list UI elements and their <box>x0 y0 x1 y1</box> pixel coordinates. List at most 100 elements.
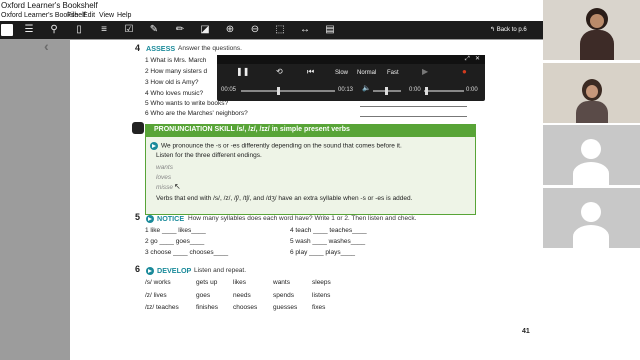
total-time: 00:13 <box>338 87 354 93</box>
pen-icon[interactable]: ✏ <box>173 23 187 37</box>
menu-bar: Oxford Learner's Bookshelf File Edit Vie… <box>0 11 543 21</box>
answer-line[interactable] <box>360 116 467 117</box>
volume-knob[interactable] <box>385 87 388 95</box>
participant-face <box>586 85 598 98</box>
develop-word: sleeps <box>312 279 331 286</box>
develop-word: listens <box>312 292 331 299</box>
audio-notes-icon[interactable] <box>132 122 144 134</box>
play-audio-icon[interactable] <box>146 267 154 276</box>
title-bar: Oxford Learner's Bookshelf <box>0 0 543 11</box>
checklist-icon[interactable]: ☑ <box>122 23 136 37</box>
develop-word: wants <box>273 279 290 286</box>
play-audio-icon[interactable] <box>146 215 154 224</box>
back-to-page-label: Back to p.6 <box>496 27 527 33</box>
participant-video[interactable] <box>543 0 640 60</box>
fit-width-icon[interactable]: ↔ <box>298 23 312 37</box>
participant-body <box>580 30 614 60</box>
highlighter-icon[interactable]: ✎ <box>147 23 161 37</box>
assess-instruction: Answer the questions. <box>178 45 242 52</box>
speed-fast-button[interactable]: Fast <box>387 69 399 77</box>
develop-word: guesses <box>273 304 298 311</box>
speed-slow-button[interactable]: Slow <box>335 69 348 77</box>
progress-knob[interactable] <box>276 87 280 95</box>
progress-track[interactable] <box>241 90 335 92</box>
pronunciation-intro: We pronounce the -s or -es differently d… <box>150 142 402 151</box>
participant-tile[interactable] <box>543 125 640 185</box>
clip-track[interactable] <box>424 90 464 92</box>
menu-view[interactable]: View <box>99 11 114 21</box>
zoom-in-icon[interactable]: ⊕ <box>223 23 237 37</box>
intro-line-2: Listen for the three different endings. <box>156 152 262 159</box>
assess-question: 4 Who loves music? <box>145 90 204 97</box>
develop-word: gets up <box>196 279 218 286</box>
audio-player[interactable]: ⤢ ✕ ❚❚ ⟲ ⏮ Slow Normal Fast ▶ ● 00:05 00… <box>217 55 485 101</box>
speed-normal-button[interactable]: Normal <box>357 69 376 77</box>
develop-word: likes <box>233 279 247 286</box>
notice-instruction: How many syllables does each word have? … <box>188 215 417 222</box>
pause-icon[interactable]: ❚❚ <box>236 68 249 76</box>
notice-item: 2 go ____ goes____ <box>145 238 205 245</box>
notice-item: 6 play ____ plays____ <box>290 249 356 256</box>
notice-heading-label: NOTICE <box>157 214 185 223</box>
develop-word: /ɪz/ teaches <box>145 304 179 311</box>
elapsed-time: 00:05 <box>221 87 237 93</box>
record-icon[interactable]: ● <box>462 68 467 76</box>
play-icon[interactable]: ▶ <box>422 68 428 76</box>
clip-end-time: 0:00 <box>466 87 478 93</box>
participant-video[interactable] <box>543 63 640 123</box>
bookmark-icon[interactable]: ▯ <box>72 23 86 37</box>
assess-question: 3 How old is Amy? <box>145 79 199 86</box>
fit-page-icon[interactable]: ⬚ <box>273 23 287 37</box>
develop-heading: DEVELOP <box>146 266 191 276</box>
assess-question: 2 How many sisters d <box>145 68 208 75</box>
toolbar: ☰ ⚲ ▯ ≡ ☑ ✎ ✏ ◪ ⊕ ⊖ ⬚ ↔ ▤ ↰ Back to p.6 <box>0 21 543 39</box>
sidebar-toggle-icon[interactable] <box>1 24 13 36</box>
assess-question: 6 Who are the Marches' neighbors? <box>145 110 248 117</box>
develop-word: needs <box>233 292 251 299</box>
assess-heading: ASSESS <box>146 44 176 53</box>
assess-number: 4 <box>135 43 141 53</box>
develop-number: 6 <box>135 264 141 274</box>
notes-icon[interactable]: ≡ <box>97 23 111 37</box>
avatar-icon <box>581 202 601 222</box>
clip-start-time: 0:00 <box>409 87 421 93</box>
notice-heading: NOTICE <box>146 214 185 224</box>
avatar-body <box>573 162 609 185</box>
list-icon[interactable]: ☰ <box>22 23 36 37</box>
page-number: 41 <box>522 328 530 335</box>
intro-line-1: We pronounce the -s or -es differently d… <box>161 142 402 150</box>
back-to-page-button[interactable]: ↰ Back to p.6 <box>490 24 527 36</box>
participant-face <box>590 14 604 28</box>
menu-help[interactable]: Help <box>117 11 131 21</box>
develop-word: goes <box>196 292 211 299</box>
example-word: wants <box>156 164 173 171</box>
search-icon[interactable]: ⚲ <box>47 23 61 37</box>
page-view-icon[interactable]: ▤ <box>323 23 337 37</box>
menu-edit[interactable]: Edit <box>83 11 95 21</box>
example-word: misse <box>156 184 173 191</box>
participant-tile[interactable] <box>543 188 640 248</box>
pronunciation-heading: PRONUNCIATION SKILL /s/, /z/, /ɪz/ in si… <box>145 124 476 136</box>
video-call-panel <box>543 0 640 360</box>
previous-page-icon[interactable]: ‹ <box>44 38 49 54</box>
notice-item: 1 like ____ likes____ <box>145 227 206 234</box>
assess-question: 5 Who wants to write books? <box>145 100 229 107</box>
zoom-out-icon[interactable]: ⊖ <box>248 23 262 37</box>
participant-body <box>576 101 608 123</box>
player-titlebar[interactable]: ⤢ ✕ <box>217 55 485 64</box>
volume-icon[interactable]: 🔈 <box>362 85 371 93</box>
clip-knob[interactable] <box>425 87 428 95</box>
expand-icon[interactable]: ⤢ <box>465 55 470 63</box>
play-audio-icon[interactable] <box>150 142 158 150</box>
menu-file[interactable]: File <box>67 11 78 21</box>
mouse-cursor-icon: ↖ <box>174 182 181 191</box>
pronunciation-box: We pronounce the -s or -es differently d… <box>145 136 476 215</box>
develop-word: finishes <box>196 304 219 311</box>
answer-line[interactable] <box>360 106 467 107</box>
eraser-icon[interactable]: ◪ <box>198 23 212 37</box>
close-icon[interactable]: ✕ <box>475 55 480 63</box>
rewind-icon[interactable]: ⟲ <box>276 68 283 76</box>
develop-instruction: Listen and repeat. <box>194 267 247 274</box>
skip-back-icon[interactable]: ⏮ <box>307 68 314 76</box>
notice-item: 3 choose ____ chooses____ <box>145 249 229 256</box>
